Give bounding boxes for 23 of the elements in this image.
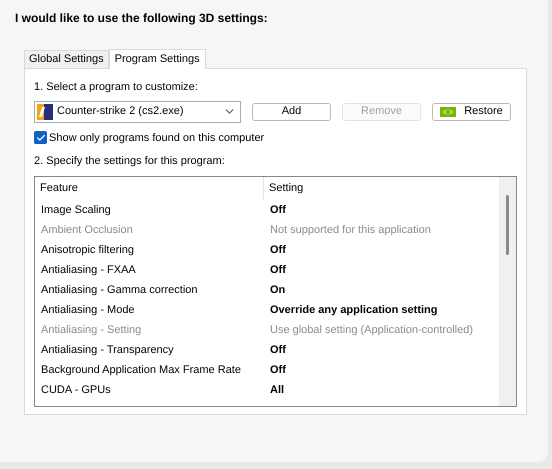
setting-row[interactable]: CUDA - GPUs All (35, 380, 499, 400)
step-label: 2. Specify the settings for this program: (34, 154, 225, 169)
scrollbar[interactable] (499, 176, 516, 406)
step-label: 1. Select a program to customize: (34, 80, 198, 95)
restore-button[interactable]: Restore (432, 102, 511, 120)
eye-logo-icon (440, 106, 456, 116)
checkmark-icon (36, 132, 46, 143)
section-heading: I would like to use the following 3D settings: (15, 10, 268, 27)
setting-row[interactable]: Antialiasing - FXAA Off (35, 260, 499, 280)
setting-row[interactable]: Anisotropic filtering Off (35, 240, 499, 260)
column-header[interactable]: Setting (264, 176, 499, 200)
program-dropdown[interactable]: Counter-strike 2 (cs2.exe) (34, 100, 241, 122)
setting-row[interactable]: Antialiasing - Mode Override any application setting (35, 300, 499, 320)
column-header[interactable]: Feature (35, 176, 264, 200)
setting-row[interactable]: Antialiasing - Transparency Off (35, 340, 499, 360)
setting-row[interactable]: Antialiasing - Gamma correction On (35, 280, 499, 300)
tab[interactable]: Global Settings (24, 50, 109, 68)
action-button[interactable]: Add (252, 102, 331, 120)
filter-checkbox[interactable]: Show only programs found on this computer (34, 130, 264, 146)
game-icon (37, 104, 53, 120)
setting-row[interactable]: Image Scaling Off (35, 200, 499, 220)
setting-row[interactable]: Background Application Max Frame Rate Off (35, 360, 499, 380)
tab[interactable]: Program Settings (108, 49, 206, 69)
